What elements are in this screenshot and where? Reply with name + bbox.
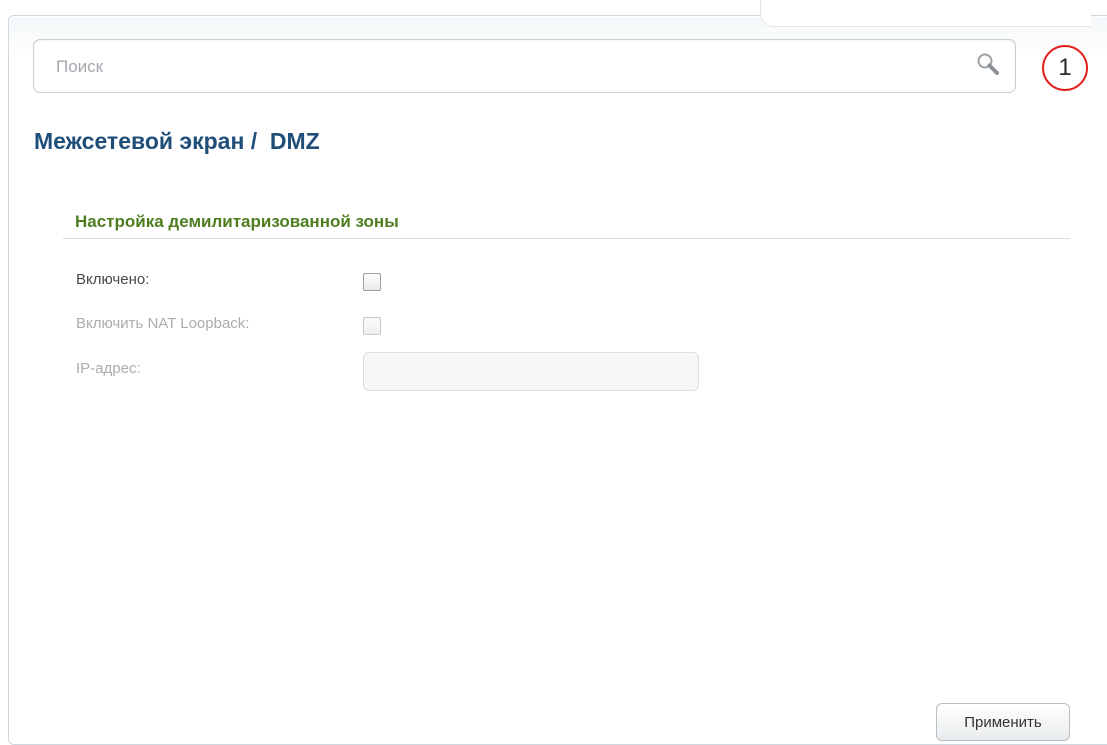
section-title: Настройка демилитаризованной зоны <box>75 212 399 231</box>
ip-address-label: IP-адрес: <box>76 360 141 377</box>
notifications-count: 1 <box>1058 54 1072 81</box>
enabled-label: Включено: <box>76 271 150 288</box>
search-box <box>33 39 1016 94</box>
notifications-badge[interactable]: 1 <box>1040 43 1090 93</box>
panel-top-notch <box>760 0 1091 27</box>
search-input[interactable] <box>54 40 958 94</box>
nat-loopback-checkbox[interactable] <box>363 317 381 335</box>
ip-address-field[interactable] <box>363 352 699 391</box>
section-divider <box>63 238 1070 239</box>
search-icon[interactable] <box>974 51 1004 81</box>
page-title: Межсетевой экран / DMZ <box>34 128 320 154</box>
apply-button[interactable]: Применить <box>936 703 1070 741</box>
enabled-checkbox[interactable] <box>363 273 381 291</box>
nat-loopback-label: Включить NAT Loopback: <box>76 315 250 332</box>
